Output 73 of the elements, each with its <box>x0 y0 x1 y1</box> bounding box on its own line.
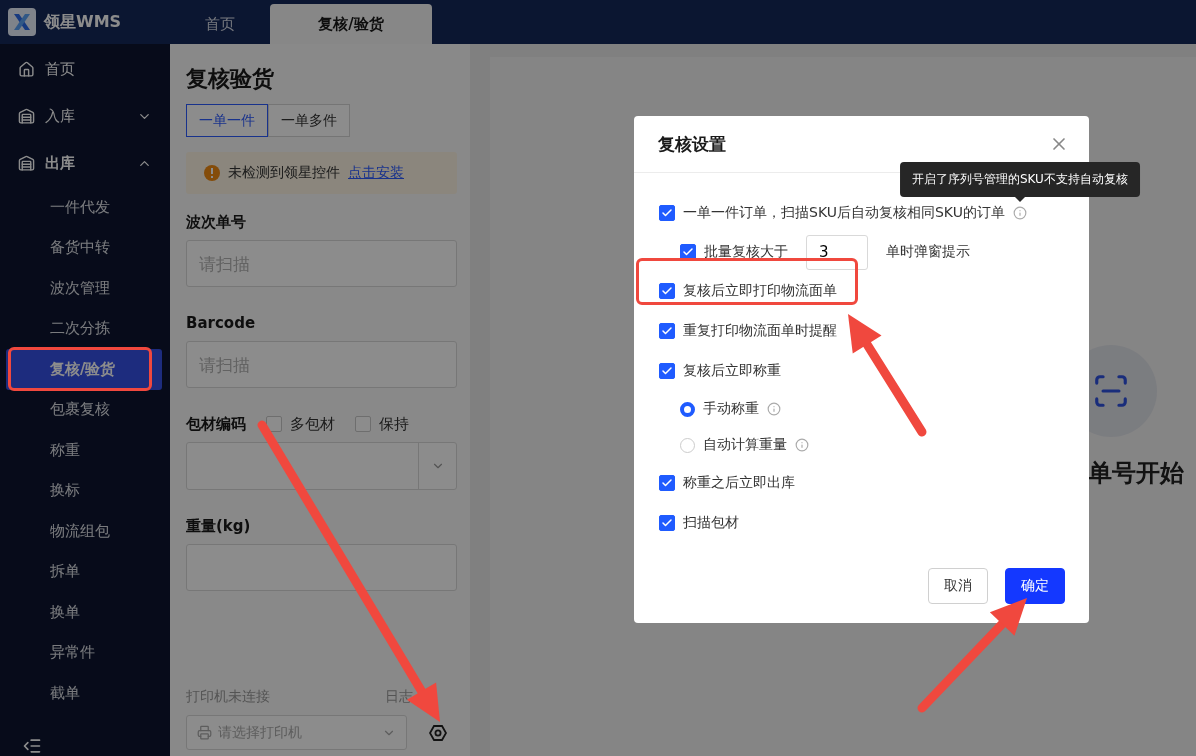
install-link[interactable]: 点击安装 <box>348 164 404 182</box>
sidebar-item[interactable]: 截单 <box>6 673 162 714</box>
warning-icon <box>204 165 220 181</box>
checkbox-label: 多包材 <box>290 414 335 434</box>
check-icon <box>661 325 673 337</box>
checkbox[interactable] <box>659 283 675 299</box>
scan-prompt: 单号开始 <box>1088 458 1185 489</box>
page-tab[interactable]: 首页 <box>170 4 270 44</box>
sidebar-item[interactable]: 换标 <box>6 470 162 511</box>
warehouse-icon <box>18 155 35 172</box>
field-label: 包材编码 <box>186 414 246 434</box>
page-tab[interactable]: 复核/验货 <box>270 4 432 44</box>
field-label: Barcode <box>186 314 256 332</box>
checkbox[interactable] <box>659 515 675 531</box>
sidebar-item[interactable]: 波次管理 <box>6 268 162 309</box>
mode-tab[interactable]: 一单一件 <box>186 104 268 137</box>
checkbox[interactable] <box>659 475 675 491</box>
sidebar-item[interactable]: 换单 <box>6 592 162 633</box>
sidebar-item[interactable]: 一件代发 <box>6 187 162 228</box>
option-label: 一单一件订单，扫描SKU后自动复核相同SKU的订单 <box>683 204 1005 222</box>
printer-icon <box>197 725 212 740</box>
option-label: 扫描包材 <box>683 514 739 532</box>
option-label: 重复打印物流面单时提醒 <box>683 322 837 340</box>
collapse-icon[interactable] <box>22 736 42 756</box>
sidebar-item[interactable]: 二次分拣 <box>6 308 162 349</box>
cancel-button[interactable]: 取消 <box>928 568 988 604</box>
sidebar-item[interactable]: 入库 <box>0 93 170 140</box>
sidebar-item[interactable]: 出库 <box>0 140 170 187</box>
sidebar-item[interactable]: 复核/验货 <box>6 349 162 390</box>
select-field[interactable] <box>186 442 457 490</box>
sidebar-item[interactable]: 拆单 <box>6 551 162 592</box>
warehouse-icon <box>18 108 35 125</box>
settings-icon[interactable] <box>429 723 447 742</box>
sidebar-item[interactable]: 称重 <box>6 430 162 471</box>
app-name: 领星WMS <box>44 11 122 33</box>
mode-tab[interactable]: 一单多件 <box>268 104 350 137</box>
check-icon <box>682 246 694 258</box>
page-title: 复核验货 <box>186 65 275 93</box>
option-label: 批量复核大于 <box>704 243 788 261</box>
check-icon <box>661 517 673 529</box>
radio-button[interactable] <box>680 401 695 417</box>
scan-icon <box>1092 372 1130 410</box>
option-label: 复核后立即打印物流面单 <box>683 282 837 300</box>
check-icon <box>661 365 673 377</box>
field-label: 重量(kg) <box>186 516 251 536</box>
checkbox[interactable] <box>659 205 675 221</box>
tooltip: 开启了序列号管理的SKU不支持自动复核 <box>899 162 1140 197</box>
input-field[interactable] <box>186 544 457 591</box>
option-label: 称重之后立即出库 <box>683 474 795 492</box>
number-field[interactable]: 3 <box>806 234 868 270</box>
field-label: 波次单号 <box>186 212 246 232</box>
checkbox-label: 保持 <box>379 414 409 434</box>
option-label: 单时弹窗提示 <box>886 243 970 261</box>
sidebar-item[interactable]: 备货中转 <box>6 227 162 268</box>
sidebar-item[interactable]: 包裹复核 <box>6 389 162 430</box>
tooltip-pointer <box>1014 197 1025 202</box>
checkbox[interactable] <box>355 416 371 432</box>
logo-icon <box>8 8 36 36</box>
alert-text: 未检测到领星控件 <box>228 164 340 182</box>
option-label: 手动称重 <box>703 400 759 418</box>
check-icon <box>661 207 673 219</box>
check-icon <box>661 285 673 297</box>
sidebar-item[interactable]: 异常件 <box>6 632 162 673</box>
sidebar-item[interactable]: 首页 <box>0 46 170 93</box>
option-label: 自动计算重量 <box>703 436 787 454</box>
option-label: 复核后立即称重 <box>683 362 781 380</box>
confirm-button[interactable]: 确定 <box>1005 568 1065 604</box>
checkbox[interactable] <box>659 363 675 379</box>
checkbox[interactable] <box>659 323 675 339</box>
check-icon <box>661 477 673 489</box>
home-icon <box>18 61 35 78</box>
dialog-title: 复核设置 <box>658 132 726 156</box>
sidebar-item[interactable]: 物流组包 <box>6 511 162 552</box>
